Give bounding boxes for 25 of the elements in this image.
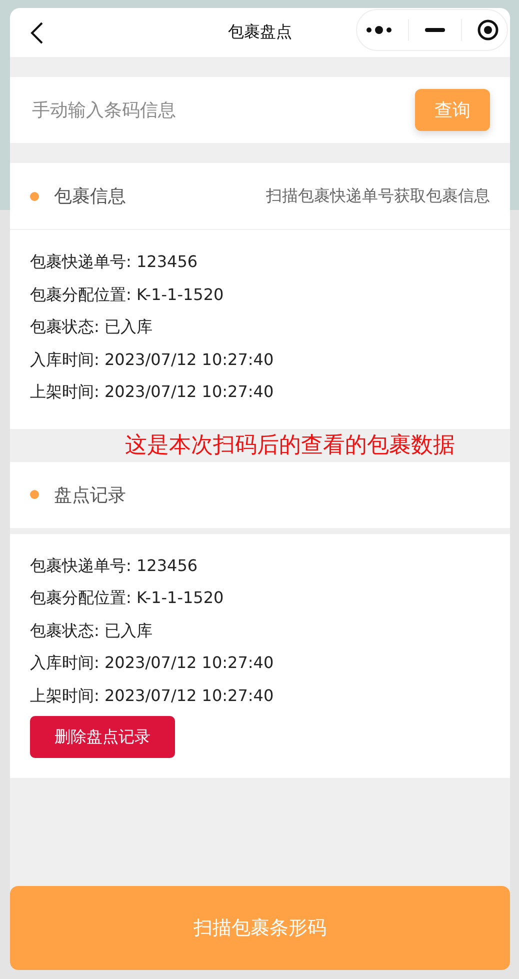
record-line: 入库时间: 2023/07/12 10:27:40 <box>30 652 275 674</box>
record-line: 包裹状态: 已入库 <box>30 620 154 642</box>
record-line: 包裹分配位置: K-1-1-1520 <box>30 587 225 609</box>
search-field[interactable]: 手动输入条码信息 查询 <box>10 77 510 143</box>
delete-record-button[interactable]: 删除盘点记录 <box>30 716 175 758</box>
minimize-icon[interactable] <box>424 28 445 32</box>
back-icon[interactable] <box>30 22 44 44</box>
section-title: 包裹信息 <box>54 185 127 208</box>
info-line: 入库时间: 2023/07/12 10:27:40 <box>30 348 275 370</box>
info-line: 上架时间: 2023/07/12 10:27:40 <box>30 381 275 403</box>
record-line: 上架时间: 2023/07/12 10:27:40 <box>30 684 275 706</box>
close-icon[interactable] <box>477 19 500 41</box>
scan-barcode-button[interactable]: 扫描包裹条形码 <box>10 886 510 970</box>
annotation-text: 这是本次扫码后的查看的包裹数据 <box>124 432 456 460</box>
info-line: 包裹快递单号: 123456 <box>30 251 199 273</box>
section-title: 盘点记录 <box>54 484 127 506</box>
bullet-icon <box>30 490 39 499</box>
info-line: 包裹状态: 已入库 <box>30 316 154 338</box>
more-icon[interactable] <box>364 25 393 35</box>
bullet-icon <box>30 192 39 200</box>
page-title: 包裹盘点 <box>228 22 292 43</box>
info-line: 包裹分配位置: K-1-1-1520 <box>30 284 225 306</box>
section-hint: 扫描包裹快递单号获取包裹信息 <box>266 186 490 206</box>
record-line: 包裹快递单号: 123456 <box>30 554 199 576</box>
query-button[interactable]: 查询 <box>415 89 490 131</box>
